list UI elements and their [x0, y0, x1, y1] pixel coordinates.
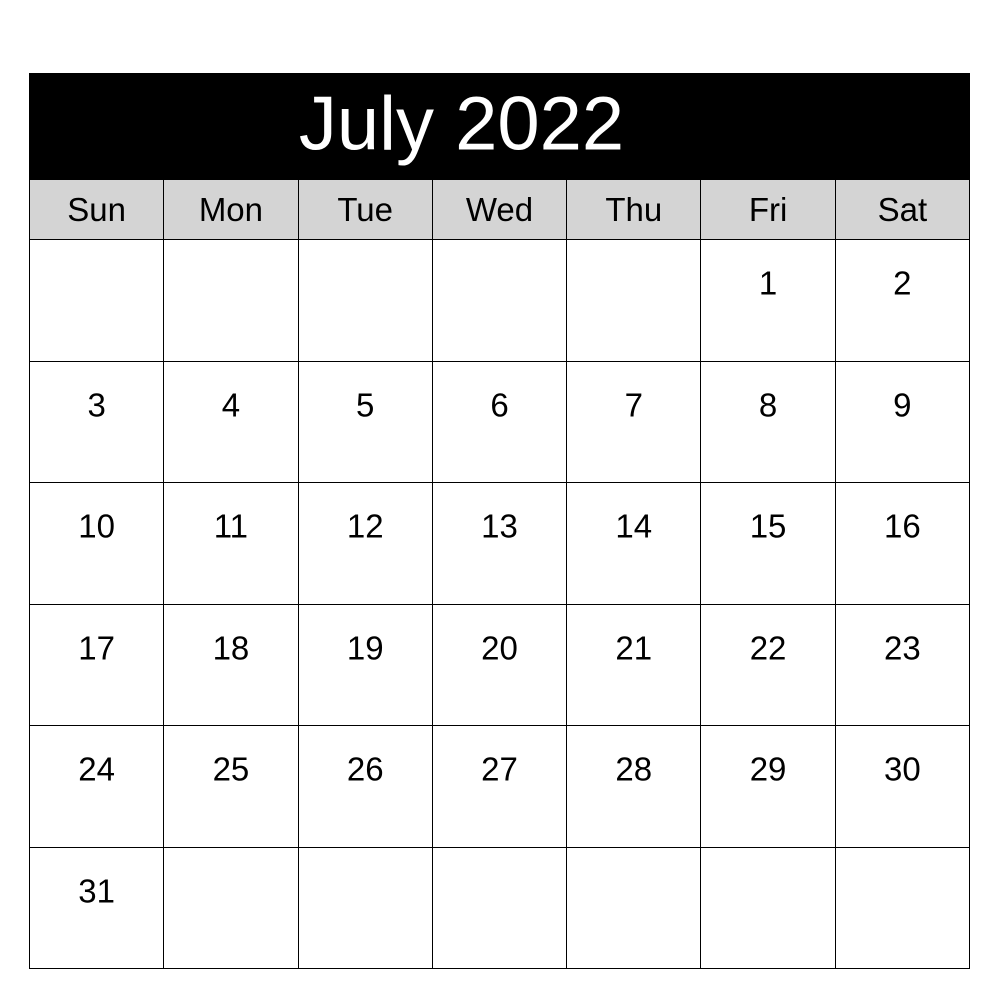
day-cell[interactable]: 18 [164, 604, 299, 726]
day-cell[interactable]: 24 [30, 726, 165, 848]
weekday-header-label: Wed [465, 191, 534, 228]
day-cell[interactable]: 20 [432, 604, 568, 726]
weekday-header-wed: Wed [432, 180, 568, 240]
calendar-title: July 2022 [298, 81, 625, 167]
day-cell[interactable]: 6 [432, 361, 568, 483]
day-cell[interactable]: 31 [30, 847, 165, 969]
day-cell[interactable]: 9 [835, 361, 970, 483]
weekday-header-thu: Thu [567, 180, 702, 240]
day-cell[interactable] [298, 240, 433, 362]
day-number: 2 [893, 264, 912, 302]
day-cell[interactable]: 12 [298, 483, 433, 605]
day-cell[interactable] [30, 240, 165, 362]
day-cell[interactable] [701, 847, 836, 969]
day-cell[interactable]: 10 [30, 483, 165, 605]
day-cell[interactable]: 14 [567, 483, 702, 605]
day-cell[interactable]: 29 [701, 726, 836, 848]
weekday-header-label: Fri [748, 191, 788, 228]
weekday-header-label: Tue [337, 191, 394, 228]
day-cell[interactable]: 25 [164, 726, 299, 848]
day-cell[interactable] [164, 847, 299, 969]
day-number: 14 [615, 507, 653, 545]
day-number: 24 [78, 750, 115, 788]
day-number: 29 [749, 750, 787, 788]
day-number: 13 [481, 507, 518, 545]
day-cell[interactable] [567, 847, 702, 969]
day-cell[interactable]: 22 [701, 604, 836, 726]
calendar-title-band: July 2022 [29, 73, 970, 179]
day-number: 7 [624, 386, 643, 424]
day-cell[interactable]: 30 [835, 726, 970, 848]
day-cell[interactable]: 3 [30, 361, 165, 483]
day-cell[interactable]: 15 [701, 483, 836, 605]
day-cell[interactable]: 16 [835, 483, 970, 605]
day-number: 15 [749, 507, 787, 545]
day-cell[interactable] [164, 240, 299, 362]
day-cell[interactable]: 21 [567, 604, 702, 726]
day-number: 20 [481, 629, 518, 667]
day-number: 17 [78, 629, 115, 667]
day-cell[interactable]: 1 [701, 240, 836, 362]
weekday-header-label: Sun [67, 191, 126, 228]
day-number: 27 [481, 750, 518, 788]
day-cell[interactable] [432, 847, 568, 969]
calendar: July 2022 Sun Mon Tue Wed Thu Fri Sat 1 … [29, 73, 970, 969]
day-number: 5 [356, 386, 375, 424]
day-number: 25 [212, 750, 250, 788]
day-number: 6 [490, 386, 509, 424]
day-cell[interactable]: 23 [835, 604, 970, 726]
day-number: 16 [883, 507, 921, 545]
day-cell[interactable]: 5 [298, 361, 433, 483]
weekday-header-label: Mon [198, 191, 264, 228]
day-number: 31 [78, 872, 115, 910]
day-number: 22 [749, 629, 787, 667]
day-number: 3 [87, 386, 106, 424]
calendar-grid: Sun Mon Tue Wed Thu Fri Sat 1 2 3 4 5 6 … [29, 179, 970, 969]
day-number: 4 [221, 386, 241, 424]
day-cell[interactable]: 11 [164, 483, 299, 605]
weekday-header-fri: Fri [701, 180, 836, 240]
day-number: 21 [615, 629, 653, 667]
day-number: 28 [615, 750, 653, 788]
day-cell[interactable]: 17 [30, 604, 165, 726]
weekday-header-label: Sat [877, 191, 928, 228]
weekday-header-sun: Sun [30, 180, 165, 240]
day-cell[interactable] [432, 240, 568, 362]
day-number: 23 [883, 629, 921, 667]
day-number: 19 [346, 629, 384, 667]
day-cell[interactable]: 4 [164, 361, 299, 483]
day-number: 9 [893, 386, 912, 424]
day-cell[interactable]: 19 [298, 604, 433, 726]
day-number: 8 [758, 386, 778, 424]
weekday-header-mon: Mon [164, 180, 299, 240]
day-number: 10 [78, 507, 115, 545]
day-number: 1 [758, 264, 778, 302]
weekday-header-label: Thu [605, 191, 663, 228]
day-cell[interactable]: 13 [432, 483, 568, 605]
day-number: 30 [883, 750, 921, 788]
day-cell[interactable] [567, 240, 702, 362]
day-cell[interactable]: 27 [432, 726, 568, 848]
day-number: 12 [346, 507, 384, 545]
weekday-header-tue: Tue [298, 180, 433, 240]
day-cell[interactable] [835, 847, 970, 969]
day-cell[interactable]: 28 [567, 726, 702, 848]
day-cell[interactable]: 7 [567, 361, 702, 483]
day-number: 26 [346, 750, 384, 788]
day-cell[interactable]: 2 [835, 240, 970, 362]
day-number: 18 [212, 629, 250, 667]
weekday-header-sat: Sat [835, 180, 970, 240]
day-cell[interactable]: 26 [298, 726, 433, 848]
day-number: 11 [213, 507, 249, 545]
day-cell[interactable]: 8 [701, 361, 836, 483]
day-cell[interactable] [298, 847, 433, 969]
